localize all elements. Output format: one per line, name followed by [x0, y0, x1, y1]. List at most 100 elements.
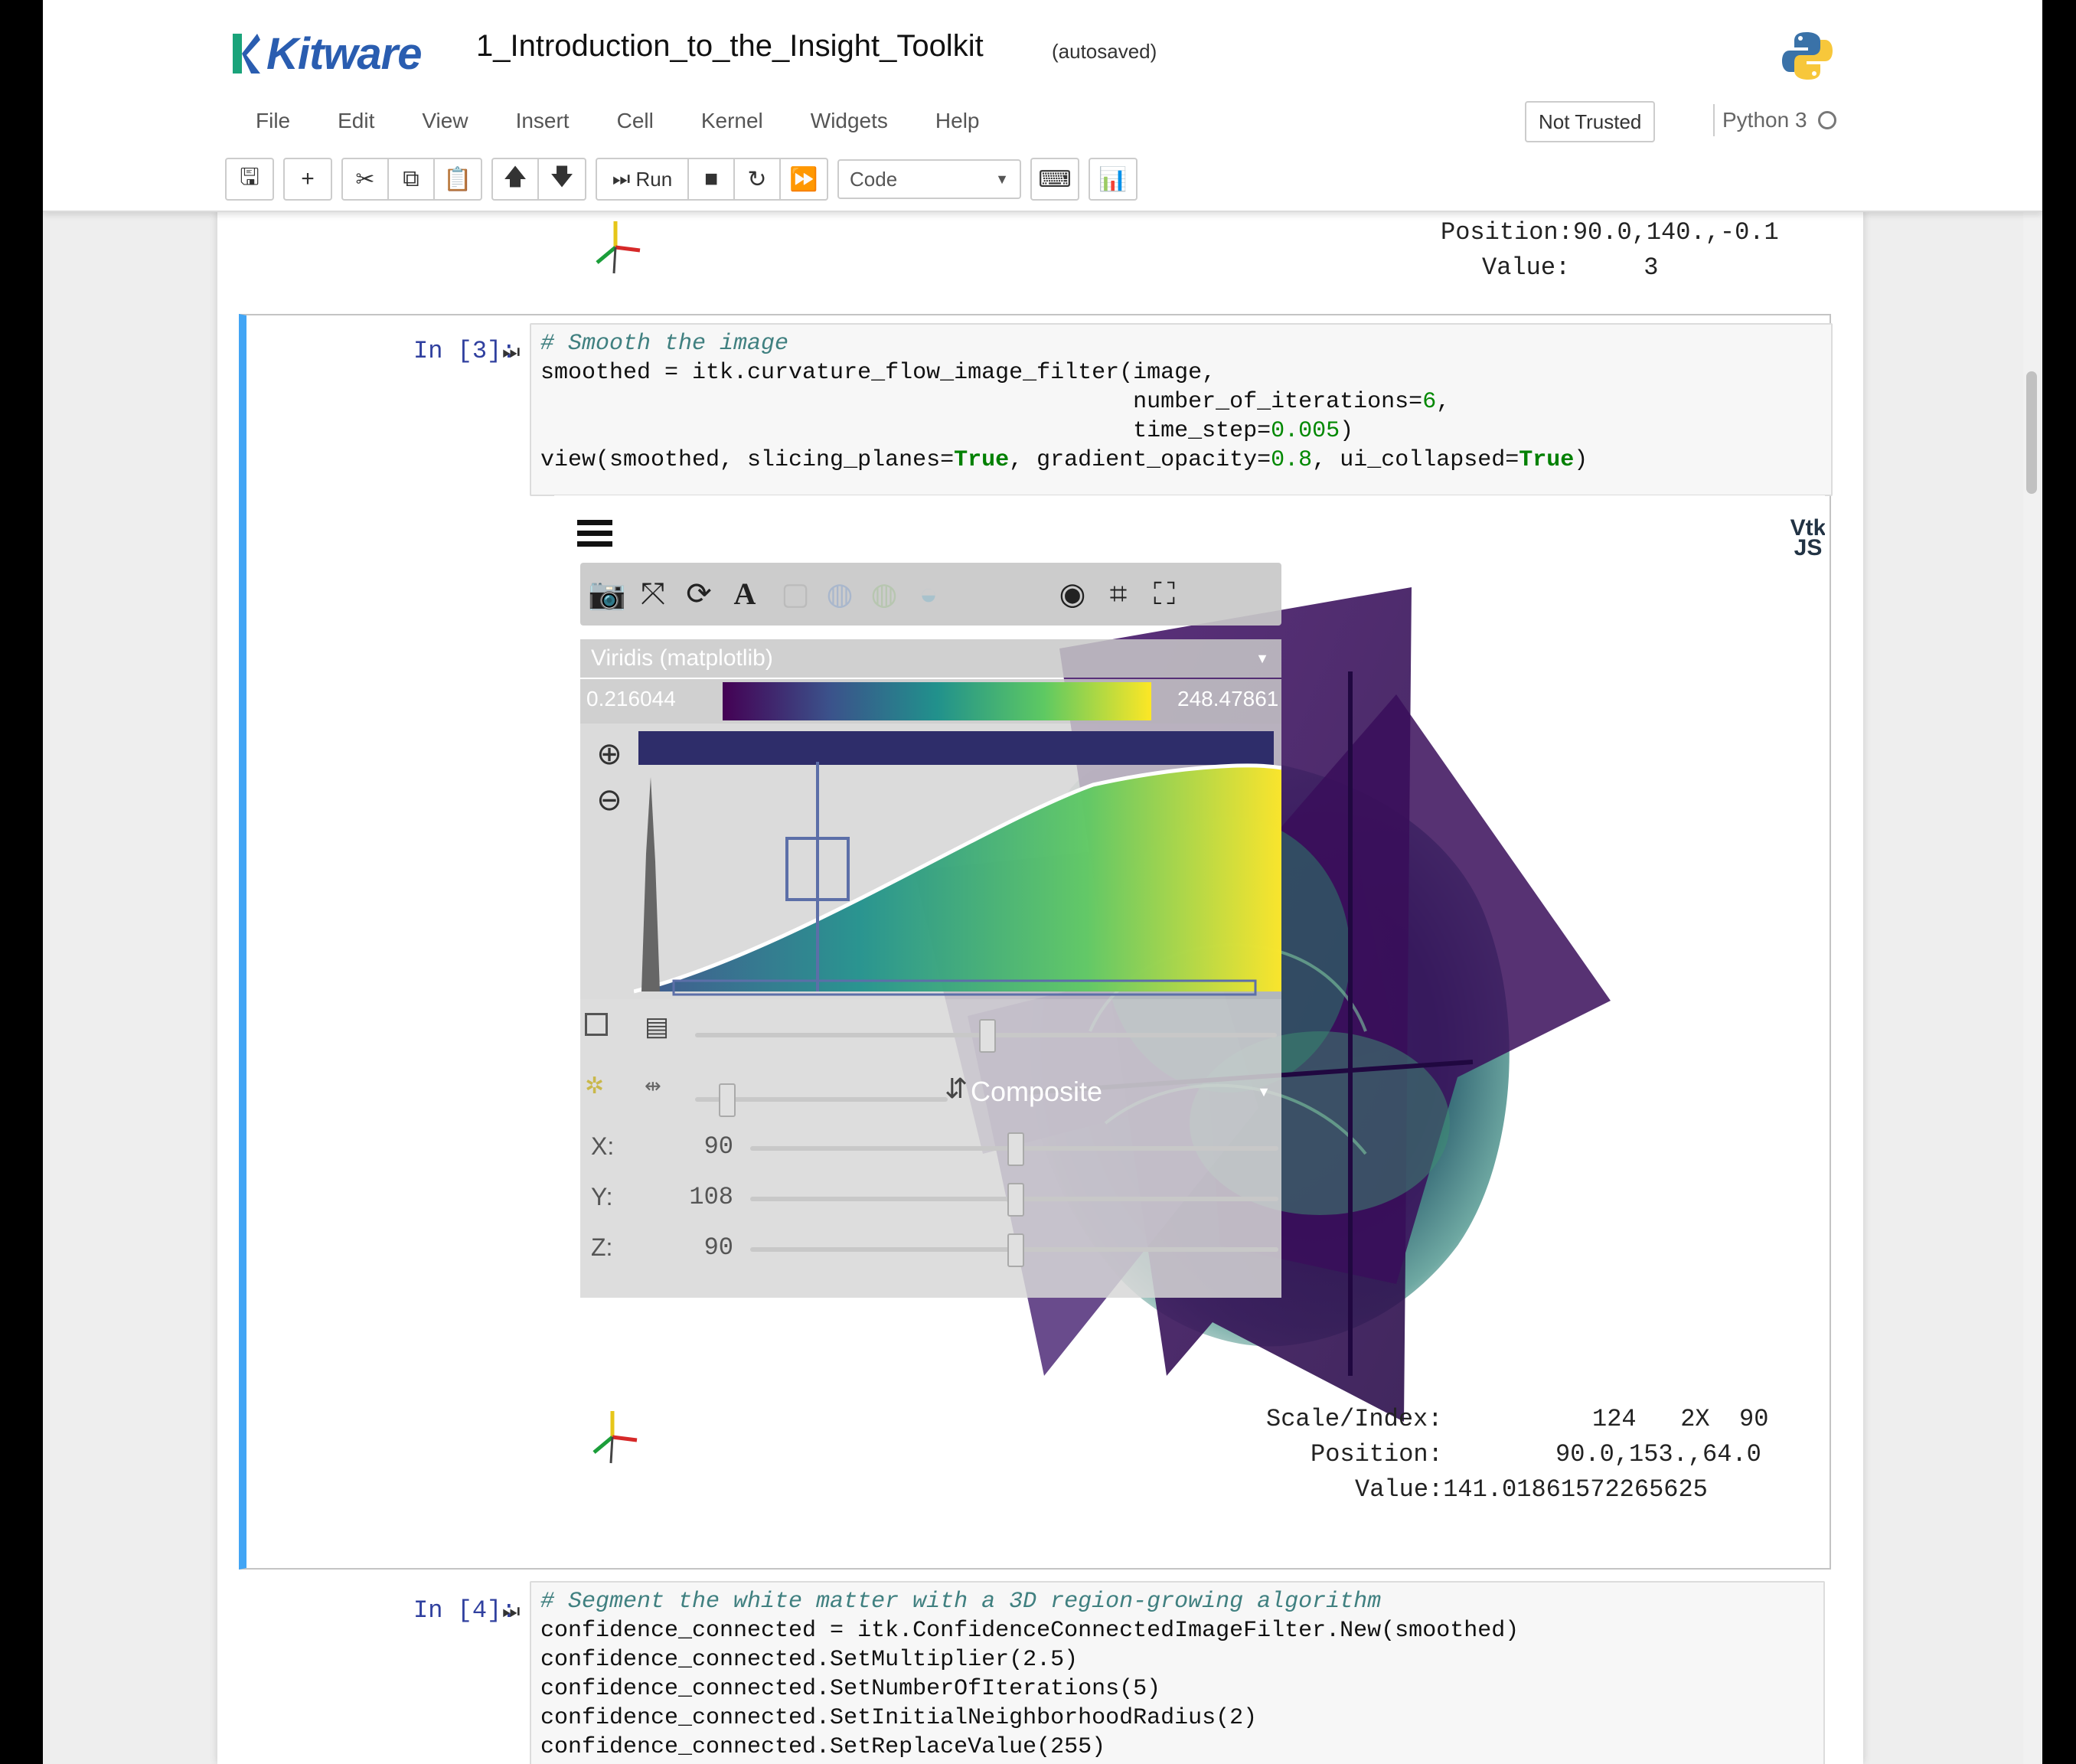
notebook-header: Kitware 1_Introduction_to_the_Insight_To… — [43, 0, 2042, 212]
move-down-button[interactable]: 🡇 — [539, 159, 585, 199]
previous-value-readout: Value: 3 — [1482, 253, 1659, 282]
view-2d-icon[interactable]: ▢ — [778, 577, 813, 612]
rotate-icon[interactable]: ⟳ — [681, 577, 716, 612]
code-line: view(smoothed, slicing_planes= — [540, 447, 955, 473]
screenshot-camera-icon[interactable]: 📷 — [588, 577, 626, 612]
toolbar-group-edit: ✂ ⧉ 📋 — [341, 158, 482, 201]
toolbar-group-save: 🖫 — [225, 158, 274, 201]
sample-distance-slider-knob[interactable] — [718, 1083, 736, 1117]
range-max-input[interactable]: 248.47861 — [1177, 687, 1278, 711]
menu-cell[interactable]: Cell — [617, 109, 654, 133]
scale-index-label: Scale/Index: — [1266, 1405, 1443, 1433]
copy-icon: ⧉ — [403, 166, 419, 191]
code-line: time_step= — [540, 418, 1271, 444]
menu-widgets[interactable]: Widgets — [811, 109, 888, 133]
scrollbar-thumb[interactable] — [2026, 371, 2037, 494]
save-icon: 🖫 — [240, 164, 260, 190]
orientation-axes-icon — [592, 1411, 638, 1464]
not-trusted-button[interactable]: Not Trusted — [1525, 101, 1656, 142]
code-line: , — [1436, 389, 1451, 415]
colormap-range-row: 0.216044 248.47861 — [580, 679, 1281, 724]
viewer-toolbar: 📷 ⤧ ⟳ A ▢ ◍ ◍ ◒ ◉ ⌗ ⛶ — [580, 563, 1281, 626]
previous-cell-output: Position:90.0,140.,-0.1 Value: 3 — [217, 211, 1863, 302]
menu-insert[interactable]: Insert — [516, 109, 570, 133]
orientation-axes-icon — [596, 221, 641, 274]
rendering-controls: ▤ ✲ ⇹ ⇵ Composite ▼ X: 90 Y: 108 Z: 90 — [580, 999, 1281, 1298]
zoom-out-icon[interactable]: ⊖ — [594, 785, 625, 815]
fullscreen-arrows-icon[interactable]: ⤧ — [635, 577, 671, 612]
run-button[interactable]: ⏭ Run — [597, 159, 689, 199]
range-min-input[interactable]: 0.216044 — [586, 687, 676, 711]
view-y-icon[interactable]: ◍ — [867, 577, 902, 612]
blend-mode-icon: ⇵ — [945, 1073, 968, 1104]
logo-text: Kitware — [266, 28, 423, 79]
code-number: 0.8 — [1271, 447, 1313, 473]
run-cell-icon[interactable]: ⏭ — [502, 1599, 520, 1624]
code-line: , gradient_opacity= — [1009, 447, 1271, 473]
view-z-icon[interactable]: ◒ — [911, 577, 946, 612]
view-x-icon[interactable]: ◍ — [822, 577, 857, 612]
stop-icon: ■ — [703, 166, 719, 191]
code-cell-4[interactable]: In [4]: ⏭ # Segment the white matter wit… — [239, 1581, 1831, 1764]
annotation-text-icon[interactable]: A — [727, 577, 762, 612]
kitware-logo[interactable]: Kitware — [230, 23, 423, 84]
toolbar-group-run: ⏭ Run ■ ↻ ⏩ — [596, 158, 828, 201]
restart-icon: ↻ — [747, 166, 767, 192]
copy-button[interactable]: ⧉ — [389, 159, 435, 199]
colormap-select[interactable]: Viridis (matplotlib) ▼ — [580, 639, 1281, 678]
arrow-up-icon: 🡅 — [503, 164, 527, 190]
transfer-function-colorbar — [638, 731, 1274, 765]
chart-button[interactable]: 📊 — [1090, 159, 1136, 199]
fast-forward-icon: ⏩ — [789, 166, 818, 192]
menu-kernel[interactable]: Kernel — [701, 109, 763, 133]
slice-label: X: — [591, 1132, 615, 1160]
vtkjs-logo: Vtk JS — [1790, 515, 1825, 560]
restart-button[interactable]: ↻ — [735, 159, 781, 199]
menu-hamburger-icon[interactable] — [577, 518, 612, 549]
run-cell-icon[interactable]: ⏭ — [502, 340, 520, 364]
crop-icon[interactable]: ⌗ — [1101, 577, 1136, 612]
menu-file[interactable]: File — [256, 109, 290, 133]
menu-edit[interactable]: Edit — [338, 109, 374, 133]
blend-mode-select[interactable]: Composite ▼ — [971, 1073, 1277, 1111]
code-editor[interactable]: # Smooth the image smoothed = itk.curvat… — [530, 323, 1833, 496]
code-line: smoothed = itk.curvature_flow_image_filt… — [540, 360, 1216, 386]
viewer-controls-panel: 📷 ⤧ ⟳ A ▢ ◍ ◍ ◒ ◉ ⌗ ⛶ Viridis (matplotli… — [580, 563, 1281, 1298]
scale-index-value: 124 2X 90 — [1592, 1405, 1769, 1433]
slice-slider-knob[interactable] — [1007, 1233, 1024, 1267]
arrow-down-icon: 🡇 — [550, 164, 574, 190]
blend-mode-value: Composite — [971, 1076, 1103, 1107]
slice-value: 90 — [703, 1132, 733, 1161]
interpolation-icon[interactable]: ◉ — [1055, 577, 1090, 612]
command-palette-button[interactable]: ⌨ — [1032, 159, 1078, 199]
move-up-button[interactable]: 🡅 — [493, 159, 539, 199]
slice-slider-knob[interactable] — [1007, 1132, 1024, 1166]
paste-button[interactable]: 📋 — [435, 159, 481, 199]
page-scrollbar[interactable] — [2023, 211, 2040, 1764]
toolbar-group-keyboard: ⌨ — [1030, 158, 1079, 201]
restart-run-all-button[interactable]: ⏩ — [781, 159, 827, 199]
chevron-down-icon: ▼ — [1257, 1084, 1271, 1099]
code-editor[interactable]: # Segment the white matter with a 3D reg… — [530, 1581, 1825, 1764]
toolbar-group-move: 🡅 🡇 — [491, 158, 586, 201]
interrupt-button[interactable]: ■ — [689, 159, 735, 199]
code-line: confidence_connected.SetReplaceValue(255… — [540, 1734, 1106, 1760]
menu-help[interactable]: Help — [935, 109, 980, 133]
slice-slider-knob[interactable] — [1007, 1183, 1024, 1217]
cell-type-select[interactable]: Code ▼ — [837, 159, 1021, 199]
run-icon: ⏭ — [612, 167, 631, 190]
itk-viewer-widget[interactable]: Vtk JS 📷 ⤧ ⟳ A ▢ ◍ ◍ ◒ ◉ ⌗ ⛶ Viridis (ma… — [554, 495, 1825, 1552]
transfer-function-editor[interactable]: ⊕ ⊖ — [580, 724, 1281, 999]
shadow-checkbox[interactable] — [585, 1013, 608, 1036]
notebook-title[interactable]: 1_Introduction_to_the_Insight_Toolkit — [476, 29, 984, 64]
save-button[interactable]: 🖫 — [227, 159, 273, 199]
zoom-in-icon[interactable]: ⊕ — [594, 739, 625, 769]
opacity-curve[interactable] — [634, 762, 1281, 999]
reset-camera-icon[interactable]: ⛶ — [1147, 577, 1182, 612]
cut-button[interactable]: ✂ — [343, 159, 389, 199]
code-keyword: True — [1519, 447, 1575, 473]
gradient-opacity-slider-knob[interactable] — [979, 1019, 996, 1053]
insert-cell-button[interactable]: + — [285, 159, 331, 199]
menu-view[interactable]: View — [422, 109, 468, 133]
sample-distance-icon: ✲ — [585, 1073, 605, 1099]
